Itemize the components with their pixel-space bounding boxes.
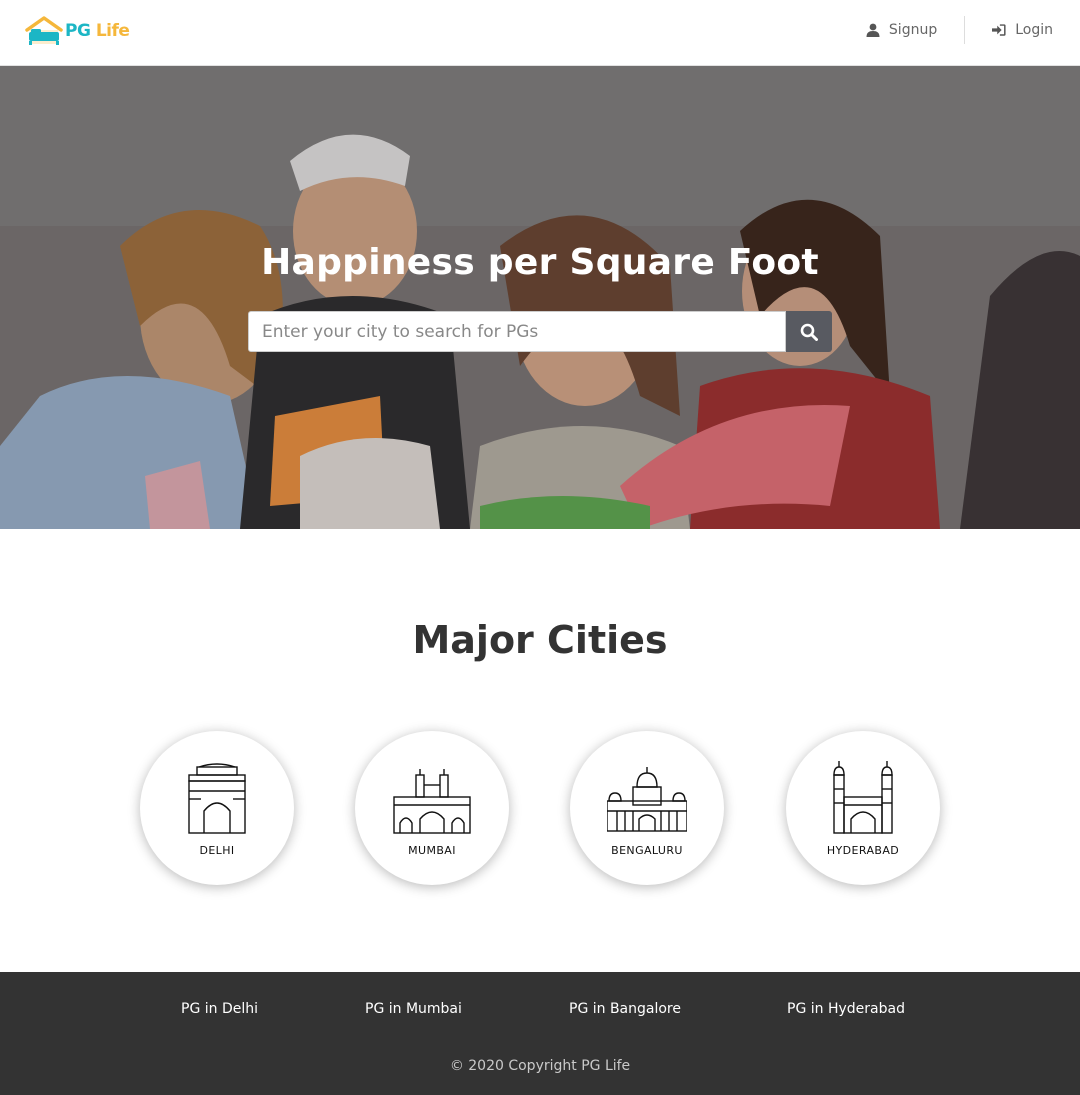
signup-link[interactable]: Signup [866, 22, 937, 38]
city-name: HYDERABAD [826, 844, 900, 857]
nav-divider [964, 16, 966, 44]
city-search-form [248, 311, 832, 352]
user-icon [866, 23, 880, 37]
charminar-icon [833, 761, 893, 834]
login-link[interactable]: Login [992, 22, 1053, 38]
vidhana-soudha-icon [607, 767, 687, 832]
city-card-hyderabad[interactable]: HYDERABAD [786, 731, 940, 885]
footer-link-hyderabad[interactable]: PG in Hyderabad [787, 1001, 905, 1017]
footer-link-mumbai[interactable]: PG in Mumbai [365, 1001, 462, 1017]
city-card-mumbai[interactable]: MUMBAI [355, 731, 509, 885]
site-footer: PG in Delhi PG in Mumbai PG in Bangalore… [0, 972, 1080, 1095]
copyright-text: © 2020 Copyright PG Life [449, 1058, 631, 1074]
login-label: Login [1015, 22, 1053, 38]
gateway-of-india-icon [393, 769, 471, 834]
city-name: MUMBAI [408, 844, 456, 857]
signup-label: Signup [888, 22, 938, 38]
city-card-delhi[interactable]: DELHI [140, 731, 294, 885]
india-gate-icon [188, 763, 246, 834]
hero-title: Happiness per Square Foot [261, 242, 819, 283]
house-bed-logo-icon [25, 16, 63, 45]
city-name: DELHI [199, 844, 235, 857]
footer-link-delhi[interactable]: PG in Delhi [181, 1001, 258, 1017]
hero-overlay [0, 66, 1080, 529]
city-card-bengaluru[interactable]: BENGALURU [570, 731, 724, 885]
search-button[interactable] [786, 311, 832, 352]
header-nav: Signup Login [866, 16, 1053, 44]
site-header: PG Life Signup Login [0, 0, 1080, 66]
pg-life-logo[interactable]: PG Life [24, 14, 130, 48]
hero-banner: Happiness per Square Foot [0, 66, 1080, 529]
logo-text: PG Life [65, 21, 130, 41]
city-search-input[interactable] [248, 311, 786, 352]
major-cities-title: Major Cities [412, 618, 668, 662]
search-icon [800, 323, 818, 341]
city-name: BENGALURU [611, 844, 683, 857]
footer-link-bangalore[interactable]: PG in Bangalore [569, 1001, 681, 1017]
sign-in-icon [992, 24, 1006, 36]
